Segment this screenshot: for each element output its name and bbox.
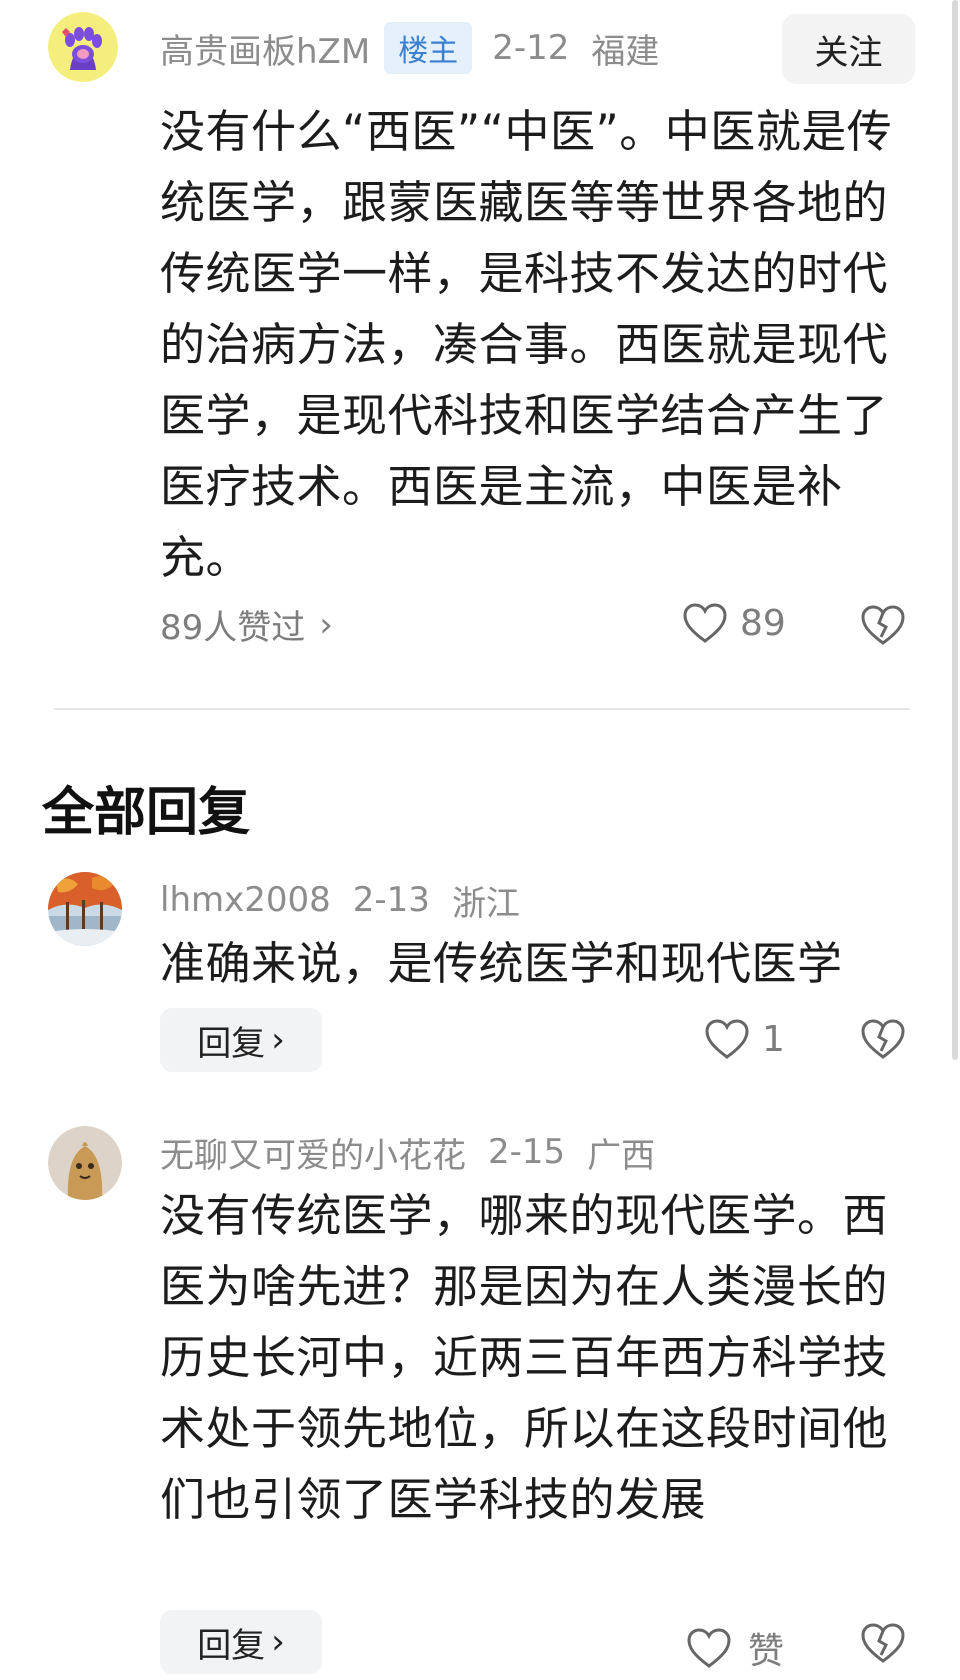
reply-1-username[interactable]: lhmx2008 bbox=[160, 880, 331, 920]
main-post-dislike-button[interactable] bbox=[860, 604, 906, 650]
heart-icon bbox=[687, 1628, 731, 1668]
scrollbar[interactable] bbox=[952, 0, 958, 1060]
reply-2-dislike-button[interactable] bbox=[860, 1622, 906, 1668]
reply-1-meta: lhmx2008 2-13 浙江 bbox=[160, 874, 520, 926]
paw-avatar-icon bbox=[48, 12, 118, 82]
likes-summary-link[interactable]: 89人赞过 › bbox=[160, 600, 333, 649]
heart-icon bbox=[705, 1019, 749, 1059]
main-post-like-count: 89 bbox=[740, 602, 786, 644]
reply-1-dislike-button[interactable] bbox=[860, 1018, 906, 1064]
likes-summary-text: 89人赞过 bbox=[160, 608, 306, 648]
reply-1-avatar[interactable] bbox=[48, 872, 122, 946]
reply-2-avatar[interactable] bbox=[48, 1126, 122, 1200]
reply-2-reply-label: 回复 bbox=[197, 1625, 266, 1666]
autumn-trees-avatar-icon bbox=[48, 872, 122, 946]
main-post-username[interactable]: 高贵画板hZM bbox=[160, 24, 370, 73]
broken-heart-icon bbox=[861, 605, 905, 645]
post-detail-page: 高贵画板hZM 楼主 2-12 福建 关注 没有什么“西医”“中医”。中医就是传… bbox=[0, 0, 960, 1680]
reply-2-date: 2-15 bbox=[488, 1132, 566, 1172]
main-post-like-button[interactable]: 89 bbox=[682, 602, 786, 644]
main-post-meta: 高贵画板hZM 楼主 2-12 福建 bbox=[160, 22, 659, 74]
chevron-right-icon: › bbox=[271, 1622, 285, 1662]
all-replies-title: 全部回复 bbox=[42, 783, 251, 843]
main-post-date: 2-12 bbox=[492, 28, 570, 68]
heart-icon bbox=[683, 603, 727, 643]
cartoon-bean-avatar-icon bbox=[48, 1126, 122, 1200]
reply-1-text: 准确来说，是传统医学和现代医学 bbox=[160, 937, 843, 990]
reply-2-reply-button[interactable]: 回复 › bbox=[160, 1610, 322, 1674]
broken-heart-icon bbox=[861, 1623, 905, 1663]
reply-2-username[interactable]: 无聊又可爱的小花花 bbox=[160, 1128, 466, 1177]
reply-2-like-label: 赞 bbox=[748, 1631, 785, 1672]
reply-2-location: 广西 bbox=[587, 1135, 656, 1176]
follow-button[interactable]: 关注 bbox=[782, 14, 915, 84]
reply-1-like-count: 1 bbox=[762, 1018, 785, 1060]
main-post-location: 福建 bbox=[591, 31, 660, 72]
reply-2-like-button[interactable]: 赞 bbox=[686, 1622, 784, 1674]
chevron-right-icon: › bbox=[319, 604, 333, 645]
chevron-right-icon: › bbox=[271, 1020, 285, 1060]
reply-2-text: 没有传统医学，哪来的现代医学。西医为啥先进？那是因为在人类漫长的历史长河中，近两… bbox=[160, 1189, 889, 1526]
reply-1-reply-label: 回复 bbox=[197, 1023, 266, 1064]
reply-1-reply-button[interactable]: 回复 › bbox=[160, 1008, 322, 1072]
broken-heart-icon bbox=[861, 1019, 905, 1059]
reply-1-like-button[interactable]: 1 bbox=[704, 1018, 785, 1060]
reply-2-meta: 无聊又可爱的小花花 2-15 广西 bbox=[160, 1126, 655, 1178]
main-post-avatar[interactable] bbox=[48, 12, 118, 82]
section-divider bbox=[54, 708, 910, 710]
reply-1-location: 浙江 bbox=[451, 883, 520, 924]
reply-1-date: 2-13 bbox=[352, 880, 430, 920]
main-post-text: 没有什么“西医”“中医”。中医就是传统医学，跟蒙医藏医等等世界各地的传统医学一样… bbox=[160, 105, 893, 584]
op-badge: 楼主 bbox=[384, 22, 473, 74]
